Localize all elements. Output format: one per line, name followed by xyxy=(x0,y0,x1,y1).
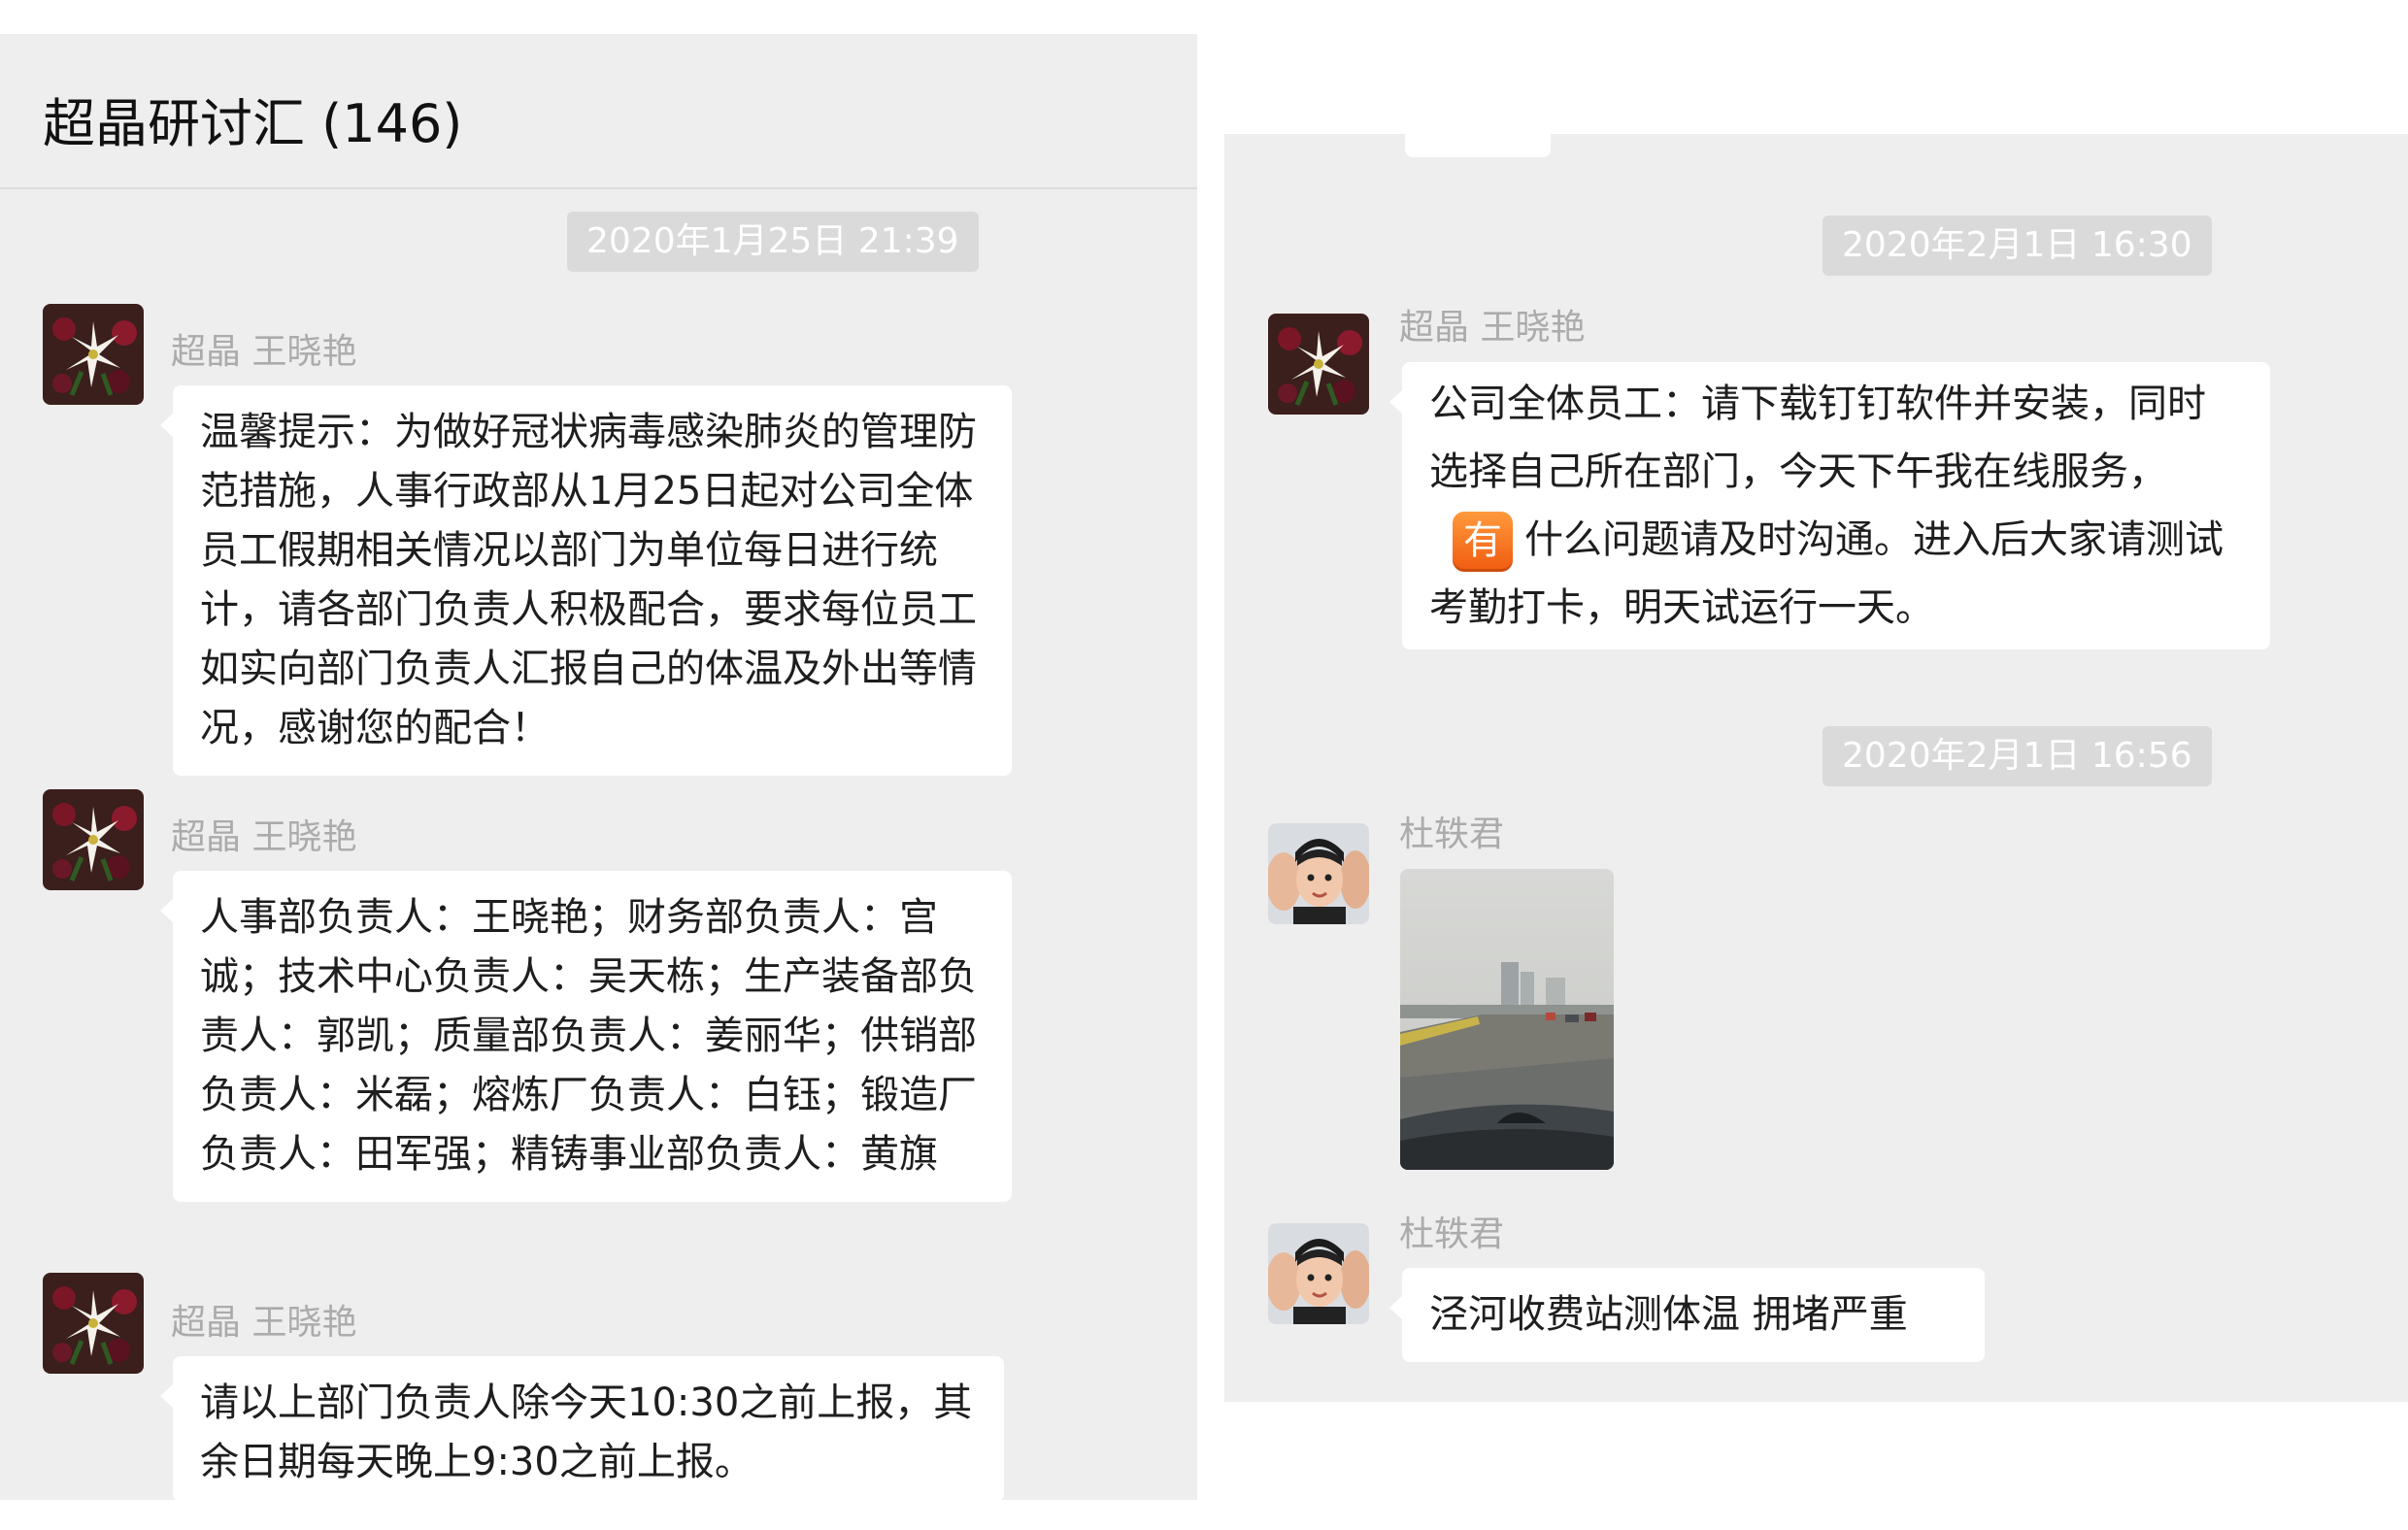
header-divider xyxy=(0,187,1197,189)
sender-avatar[interactable] xyxy=(43,304,144,405)
timestamp: 2020年1月25日 21:39 xyxy=(567,212,979,272)
message-bubble[interactable]: 请以上部门负责人除今天10:30之前上报，其余日期每天晚上9:30之前上报。 xyxy=(160,1356,1004,1500)
sender-avatar[interactable] xyxy=(1268,823,1369,924)
child-photo-avatar-icon xyxy=(1268,823,1369,924)
partial-message-bubble[interactable] xyxy=(1405,134,1551,157)
timestamp: 2020年2月1日 16:56 xyxy=(1823,726,2212,786)
chat-window-left: 超晶研讨汇 (146) 2020年1月25日 21:39 超晶 王晓艳 温馨提示… xyxy=(0,34,1197,1500)
sender-name: 超晶 王晓艳 xyxy=(171,332,357,372)
image-message[interactable] xyxy=(1400,869,1614,1170)
sender-avatar[interactable] xyxy=(1268,314,1369,415)
message-text: 公司全体员工：请下载钉钉软件并安装，同时选择自己所在部门，今天下午我在线服务， xyxy=(1429,382,2206,494)
road-photo-image xyxy=(1400,869,1614,1170)
timestamp: 2020年2月1日 16:30 xyxy=(1823,216,2212,276)
you-emoji-icon: 有 xyxy=(1453,512,1513,572)
sender-name: 杜轶君 xyxy=(1399,815,1505,854)
sender-name: 杜轶君 xyxy=(1399,1214,1505,1254)
chat-window-right: 2020年2月1日 16:30 超晶 王晓艳 公司全体员工：请下载钉钉软件并安装… xyxy=(1224,134,2408,1402)
flower-bouquet-avatar-icon xyxy=(1268,314,1369,415)
sender-name: 超晶 王晓艳 xyxy=(171,1303,357,1343)
sender-name: 超晶 王晓艳 xyxy=(171,817,357,857)
chat-title: 超晶研讨汇 (146) xyxy=(43,93,463,154)
message-bubble[interactable]: 公司全体员工：请下载钉钉软件并安装，同时选择自己所在部门，今天下午我在线服务， 有… xyxy=(1389,362,2270,649)
child-photo-avatar-icon xyxy=(1268,1223,1369,1324)
sender-name: 超晶 王晓艳 xyxy=(1399,308,1586,348)
message-bubble[interactable]: 温馨提示：为做好冠状病毒感染肺炎的管理防范措施，人事行政部从1月25日起对公司全… xyxy=(160,385,1012,776)
sender-avatar[interactable] xyxy=(1268,1223,1369,1324)
message-text: 什么问题请及时沟通。进入后大家请测试考勤打卡，明天试运行一天。 xyxy=(1429,517,2224,630)
sender-avatar[interactable] xyxy=(43,789,144,890)
flower-bouquet-avatar-icon xyxy=(43,1273,144,1374)
message-bubble[interactable]: 泾河收费站测体温 拥堵严重 xyxy=(1389,1268,1985,1362)
message-bubble[interactable]: 人事部负责人：王晓艳；财务部负责人：宫诚；技术中心负责人：吴天栋；生产装备部负责… xyxy=(160,871,1012,1202)
flower-bouquet-avatar-icon xyxy=(43,789,144,890)
flower-bouquet-avatar-icon xyxy=(43,304,144,405)
sender-avatar[interactable] xyxy=(43,1273,144,1374)
